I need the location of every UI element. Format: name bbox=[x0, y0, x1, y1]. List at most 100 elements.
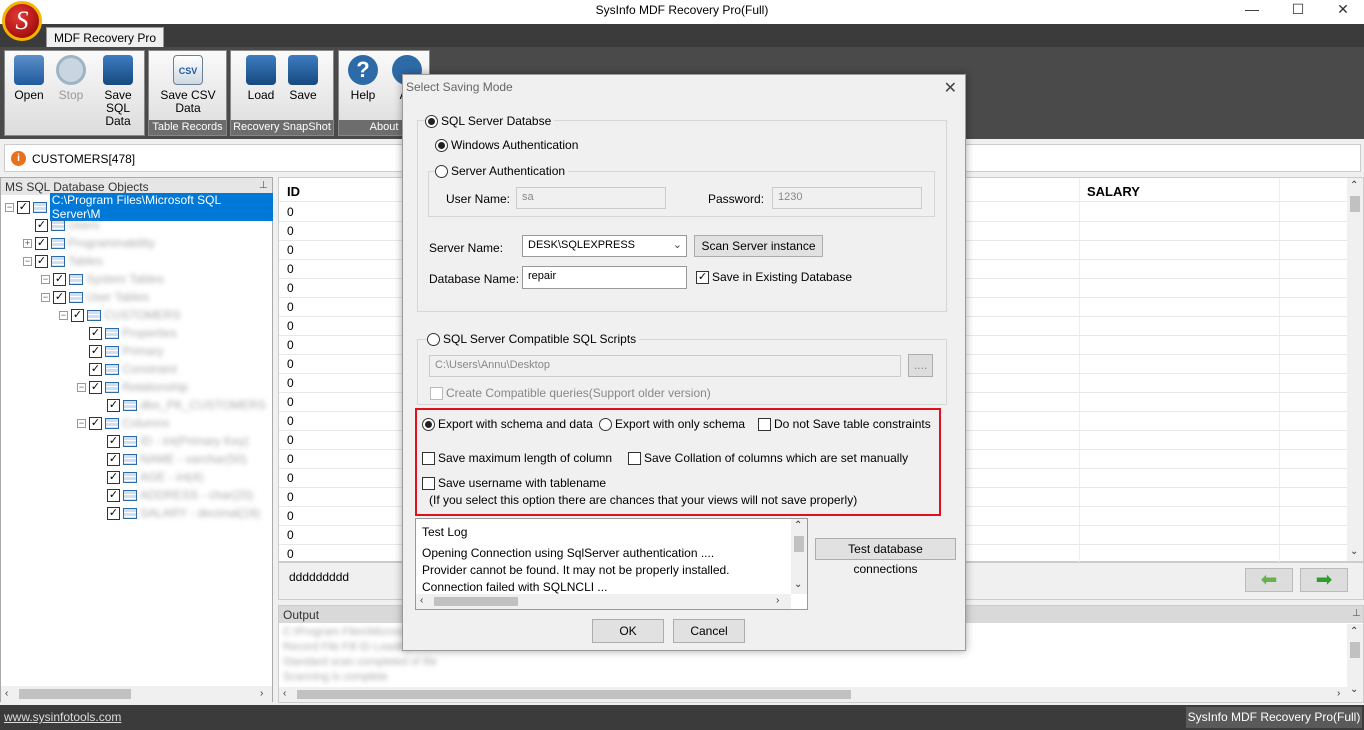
tree-item[interactable]: ✓ AGE - int(4) bbox=[5, 468, 273, 486]
tree-checkbox[interactable]: ✓ bbox=[53, 272, 66, 286]
open-button[interactable]: Open bbox=[7, 55, 51, 102]
tree-checkbox[interactable]: ✓ bbox=[35, 218, 48, 232]
expand-icon[interactable]: − bbox=[23, 256, 32, 266]
password-input[interactable]: 1230 bbox=[772, 187, 922, 209]
next-page-button[interactable]: ➡ bbox=[1300, 568, 1348, 592]
save-username-checkbox[interactable] bbox=[422, 476, 435, 490]
scripts-path-input[interactable]: C:\Users\Annu\Desktop bbox=[429, 355, 901, 377]
scroll-up-icon[interactable]: ⌃ bbox=[794, 520, 802, 531]
tree-checkbox[interactable]: ✓ bbox=[89, 326, 102, 340]
stop-button[interactable]: Stop bbox=[49, 55, 93, 102]
sql-server-database-option[interactable]: SQL Server Databse bbox=[425, 114, 555, 128]
export-schema-only-option[interactable]: Export with only schema bbox=[599, 417, 745, 431]
tree-item[interactable]: − ✓ User Tables bbox=[5, 288, 273, 306]
scroll-down-icon[interactable]: ⌄ bbox=[1350, 684, 1358, 695]
scroll-thumb[interactable] bbox=[434, 597, 518, 606]
help-button[interactable]: ? Help bbox=[341, 55, 385, 102]
dialog-close-icon[interactable]: ✕ bbox=[944, 78, 957, 98]
save-snapshot-button[interactable]: Save bbox=[281, 55, 325, 102]
tree-checkbox[interactable]: ✓ bbox=[107, 488, 120, 502]
tree-item[interactable]: ✓ ADDRESS - char(25) bbox=[5, 486, 273, 504]
user-name-input[interactable]: sa bbox=[516, 187, 666, 209]
tree-item[interactable]: − ✓ CUSTOMERS bbox=[5, 306, 273, 324]
expand-icon[interactable]: − bbox=[59, 310, 68, 320]
export-schema-data-option[interactable]: Export with schema and data bbox=[422, 417, 593, 431]
previous-page-button[interactable]: ⬅ bbox=[1245, 568, 1293, 592]
tree-item[interactable]: ✓ Primary bbox=[5, 342, 273, 360]
tree-item[interactable]: − ✓ System Tables bbox=[5, 270, 273, 288]
no-constraints-option[interactable]: Do not Save table constraints bbox=[758, 417, 931, 431]
tree-checkbox[interactable]: ✓ bbox=[89, 344, 102, 358]
tree-item[interactable]: ✓ NAME - varchar(50) bbox=[5, 450, 273, 468]
scroll-left-icon[interactable]: ‹ bbox=[5, 688, 8, 699]
expand-icon[interactable]: + bbox=[23, 238, 32, 248]
tree-checkbox[interactable]: ✓ bbox=[89, 362, 102, 376]
test-connections-button[interactable]: Test database connections bbox=[815, 538, 956, 576]
server-name-select[interactable]: DESK\SQLEXPRESS ⌄ bbox=[522, 235, 687, 257]
radio-export-schema-only[interactable] bbox=[599, 417, 612, 431]
radio-windows-auth[interactable] bbox=[435, 138, 448, 152]
tree-root[interactable]: − ✓ C:\Program Files\Microsoft SQL Serve… bbox=[5, 193, 274, 221]
save-username-option[interactable]: Save username with tablename bbox=[422, 476, 606, 490]
scroll-thumb[interactable] bbox=[794, 536, 804, 552]
expand-icon[interactable]: − bbox=[77, 382, 86, 392]
ok-button[interactable]: OK bbox=[592, 619, 664, 643]
scroll-thumb[interactable] bbox=[1350, 642, 1360, 658]
scroll-right-icon[interactable]: › bbox=[260, 688, 263, 699]
tree-checkbox[interactable]: ✓ bbox=[89, 380, 102, 394]
tree-checkbox[interactable]: ✓ bbox=[35, 254, 48, 268]
scroll-thumb[interactable] bbox=[1350, 196, 1360, 212]
tree-checkbox[interactable]: ✓ bbox=[89, 416, 102, 430]
tree-hscrollbar[interactable]: ‹ › bbox=[1, 686, 272, 702]
expand-icon[interactable]: − bbox=[77, 418, 86, 428]
save-sql-data-button[interactable]: Save SQL Data bbox=[93, 55, 143, 128]
database-name-input[interactable]: repair bbox=[522, 266, 687, 289]
minimize-button[interactable]: — bbox=[1229, 0, 1275, 22]
chevron-down-icon[interactable]: ⌄ bbox=[673, 238, 682, 251]
scroll-up-icon[interactable]: ⌃ bbox=[1350, 626, 1358, 637]
radio-server-auth[interactable] bbox=[435, 164, 448, 178]
tree-item[interactable]: ✓ Constraint bbox=[5, 360, 273, 378]
pin-icon[interactable]: ⊥ bbox=[1352, 608, 1361, 619]
tree-checkbox[interactable]: ✓ bbox=[53, 290, 66, 304]
scroll-thumb[interactable] bbox=[19, 689, 131, 699]
tree-checkbox[interactable]: ✓ bbox=[107, 452, 120, 466]
log-hscrollbar[interactable]: ‹ › bbox=[416, 594, 791, 609]
server-auth-option[interactable]: Server Authentication bbox=[435, 164, 569, 178]
expand-icon[interactable]: − bbox=[41, 274, 50, 284]
radio-sql-scripts[interactable] bbox=[427, 332, 440, 346]
save-max-length-option[interactable]: Save maximum length of column bbox=[422, 451, 612, 465]
scroll-up-icon[interactable]: ⌃ bbox=[1350, 180, 1358, 191]
save-collation-checkbox[interactable] bbox=[628, 451, 641, 465]
collapse-icon[interactable]: − bbox=[5, 202, 14, 212]
save-existing-checkbox[interactable]: ✓ bbox=[696, 270, 709, 284]
scroll-down-icon[interactable]: ⌄ bbox=[794, 579, 802, 590]
tree-item[interactable]: ✓ Properties bbox=[5, 324, 273, 342]
pin-icon[interactable]: ⊥ bbox=[259, 180, 268, 191]
maximize-button[interactable]: ☐ bbox=[1275, 0, 1321, 22]
tree-checkbox[interactable]: ✓ bbox=[71, 308, 84, 322]
scroll-left-icon[interactable]: ‹ bbox=[420, 595, 423, 606]
tab-mdf-recovery-pro[interactable]: MDF Recovery Pro bbox=[46, 27, 164, 48]
log-vscrollbar[interactable]: ⌃ ⌄ bbox=[791, 519, 807, 594]
website-link[interactable]: www.sysinfotools.com bbox=[4, 710, 121, 724]
save-csv-data-button[interactable]: CSV Save CSV Data bbox=[159, 55, 217, 115]
output-hscrollbar[interactable]: ‹ › bbox=[279, 687, 1347, 702]
save-existing-option[interactable]: ✓ Save in Existing Database bbox=[696, 270, 852, 284]
scan-server-instance-button[interactable]: Scan Server instance bbox=[694, 235, 823, 257]
tree-checkbox[interactable]: ✓ bbox=[35, 236, 48, 250]
load-button[interactable]: Load bbox=[239, 55, 283, 102]
radio-export-schema-data[interactable] bbox=[422, 417, 435, 431]
windows-auth-option[interactable]: Windows Authentication bbox=[435, 138, 578, 152]
radio-sql-server-database[interactable] bbox=[425, 114, 438, 128]
compatible-queries-checkbox[interactable] bbox=[430, 386, 443, 400]
no-constraints-checkbox[interactable] bbox=[758, 417, 771, 431]
output-vscrollbar[interactable]: ⌃ ⌄ bbox=[1347, 624, 1363, 702]
tree-item[interactable]: ✓ dbo_PK_CUSTOMERS bbox=[5, 396, 273, 414]
close-button[interactable]: ✕ bbox=[1320, 0, 1364, 22]
scroll-right-icon[interactable]: › bbox=[776, 595, 779, 606]
scroll-right-icon[interactable]: › bbox=[1337, 688, 1340, 699]
save-collation-option[interactable]: Save Collation of columns which are set … bbox=[628, 451, 908, 465]
tree-item[interactable]: − ✓ Tables bbox=[5, 252, 273, 270]
cancel-button[interactable]: Cancel bbox=[673, 619, 745, 643]
